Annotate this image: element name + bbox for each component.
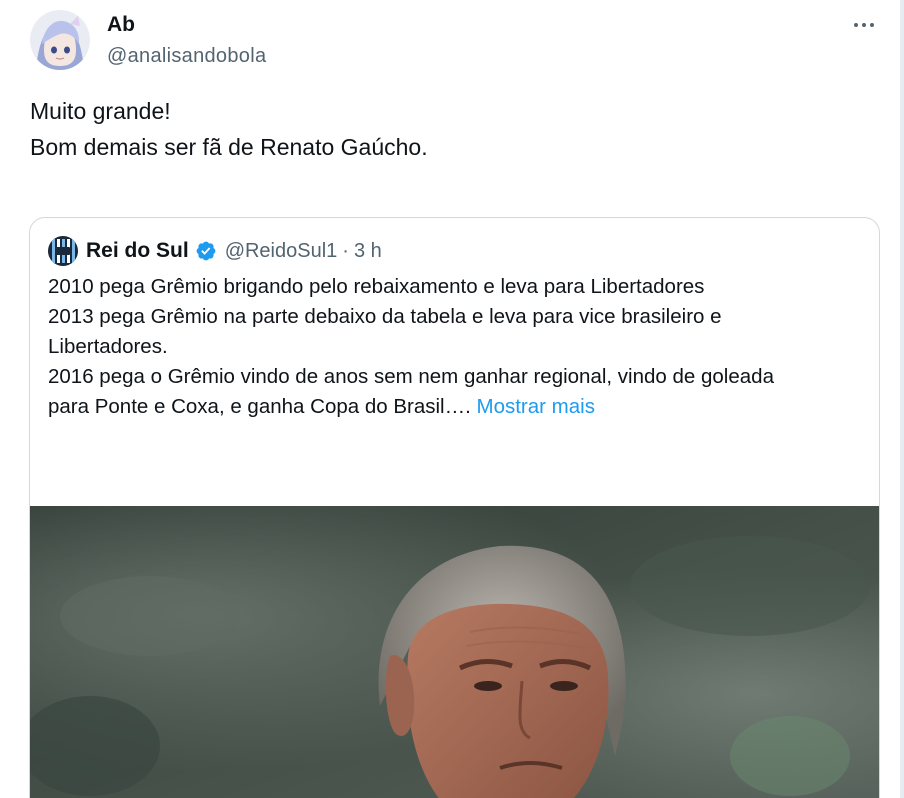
- scrollbar-track[interactable]: [900, 0, 904, 798]
- show-more-link[interactable]: Mostrar mais: [477, 395, 595, 418]
- verified-badge-icon: [196, 241, 216, 261]
- quoted-text-line: 2010 pega Grêmio brigando pelo rebaixame…: [48, 275, 705, 298]
- tweet-text: Muito grande! Bom demais ser fã de Renat…: [30, 93, 870, 165]
- quoted-text-line: para Ponte e Coxa, e ganha Copa do Brasi…: [48, 392, 868, 422]
- quoted-tweet-text: 2010 pega Grêmio brigando pelo rebaixame…: [48, 272, 868, 422]
- quoted-author-handle[interactable]: @ReidoSul1: [225, 240, 338, 263]
- tweet-text-line: Bom demais ser fã de Renato Gaúcho.: [30, 134, 428, 160]
- quoted-tweet[interactable]: Rei do Sul @ReidoSul1 · 3 h 2010 pega Gr…: [29, 217, 880, 798]
- quoted-timestamp[interactable]: 3 h: [354, 240, 382, 263]
- quoted-author-name[interactable]: Rei do Sul: [86, 239, 189, 263]
- tweet[interactable]: Ab @analisandobola Muito grande! Bom dem…: [0, 0, 900, 798]
- author-name[interactable]: Ab: [107, 12, 266, 38]
- quoted-author-avatar[interactable]: [48, 236, 78, 266]
- author-info: Ab @analisandobola: [107, 12, 266, 69]
- quoted-tweet-header: Rei do Sul @ReidoSul1 · 3 h: [48, 236, 382, 266]
- header-separator: ·: [342, 239, 349, 262]
- quoted-tweet-photo[interactable]: [30, 506, 879, 798]
- quoted-text-line: 2013 pega Grêmio na parte debaixo da tab…: [48, 305, 722, 328]
- author-avatar[interactable]: [30, 10, 90, 70]
- tweet-text-line: Muito grande!: [30, 98, 171, 124]
- quoted-text-ending: para Ponte e Coxa, e ganha Copa do Brasi…: [48, 395, 471, 418]
- quoted-text-line: Libertadores.: [48, 335, 168, 358]
- more-options-button[interactable]: [846, 10, 882, 40]
- author-handle[interactable]: @analisandobola: [107, 43, 266, 69]
- more-horizontal-icon: [852, 23, 876, 27]
- quoted-text-line: 2016 pega o Grêmio vindo de anos sem nem…: [48, 365, 774, 388]
